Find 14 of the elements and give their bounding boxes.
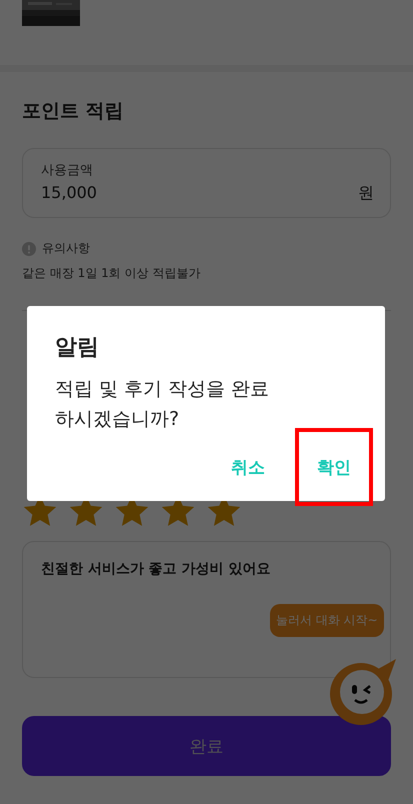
notice-title: 유의사항: [42, 240, 90, 257]
complete-button[interactable]: 완료: [22, 716, 391, 776]
chat-bot-icon[interactable]: [328, 657, 398, 727]
unit-label: 원: [358, 183, 374, 204]
field-value: 15,000: [41, 183, 97, 204]
confirm-button[interactable]: 확인: [295, 428, 373, 506]
review-text: 친절한 서비스가 좋고 가성비 있어요: [41, 561, 270, 577]
section-title: 포인트 적립: [22, 99, 125, 124]
notice-text: 같은 매장 1일 1회 이상 적립불가: [22, 265, 202, 282]
chat-tooltip: 눌러서 대화 시작~: [270, 604, 384, 637]
exclamation-icon: [22, 242, 36, 256]
field-label: 사용금액: [41, 162, 94, 179]
dialog-title: 알림: [55, 334, 100, 362]
amount-field[interactable]: 사용금액 15,000 원: [22, 148, 391, 218]
